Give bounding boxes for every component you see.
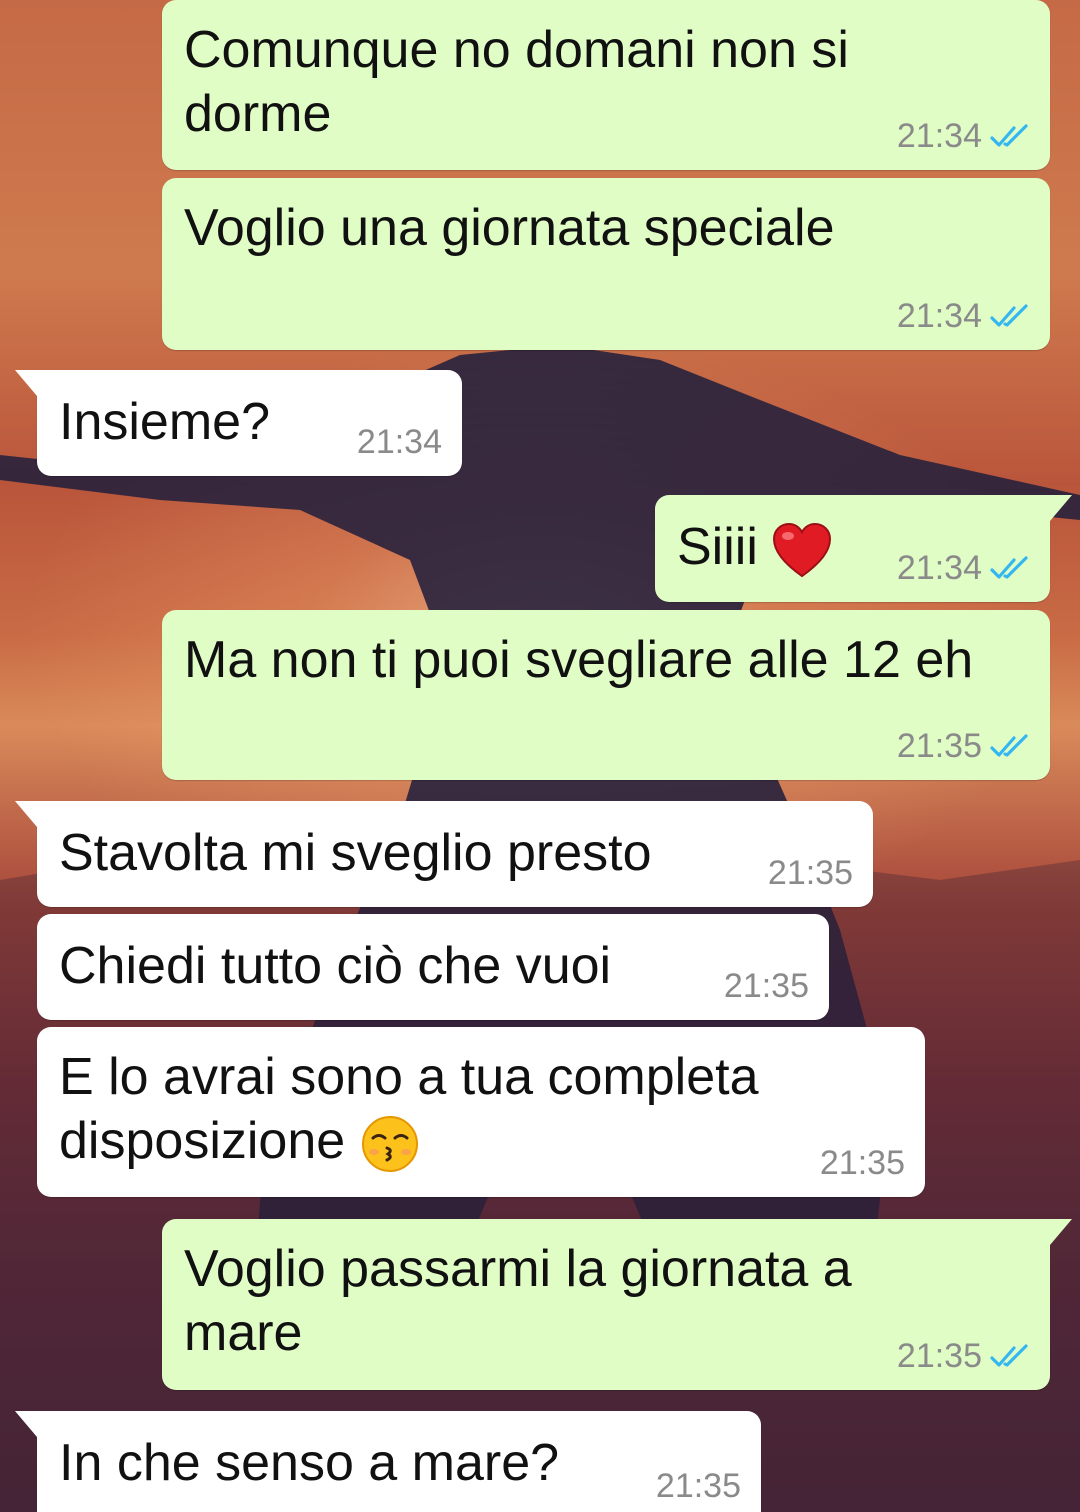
message-text: Siiii bbox=[677, 515, 832, 579]
incoming-message[interactable]: Stavolta mi sveglio presto 21:35 bbox=[15, 801, 873, 907]
message-meta: 21:35 bbox=[820, 1143, 905, 1183]
message-text: Ma non ti puoi svegliare alle 12 eh bbox=[184, 631, 974, 689]
outgoing-message[interactable]: Voglio passarmi la giornata a mare 21:35 bbox=[162, 1219, 1072, 1390]
incoming-message[interactable]: Insieme? 21:34 bbox=[15, 370, 462, 476]
message-time: 21:35 bbox=[655, 1467, 741, 1505]
read-double-check-icon bbox=[990, 734, 1028, 757]
message-text: In che senso a mare? bbox=[59, 1434, 560, 1492]
message-time: 21:34 bbox=[896, 549, 982, 587]
message-meta: 21:35 bbox=[897, 726, 1030, 766]
message-time: 21:34 bbox=[356, 423, 442, 461]
message-text: Stavolta mi sveglio presto bbox=[59, 824, 652, 882]
incoming-message[interactable]: Chiedi tutto ciò che vuoi 21:35 bbox=[37, 914, 829, 1020]
message-time: 21:35 bbox=[896, 1337, 982, 1375]
outgoing-message[interactable]: Ma non ti puoi svegliare alle 12 eh 21:3… bbox=[162, 610, 1050, 780]
chat-thread: Comunque no domani non si dorme 21:34 Vog… bbox=[0, 0, 1080, 1512]
outgoing-message[interactable]: Comunque no domani non si dorme 21:34 bbox=[162, 0, 1050, 170]
message-meta: 21:34 bbox=[897, 548, 1030, 588]
message-meta: 21:35 bbox=[656, 1466, 741, 1506]
message-meta: 21:35 bbox=[897, 1336, 1030, 1376]
message-meta: 21:34 bbox=[897, 296, 1030, 336]
message-text: Chiedi tutto ciò che vuoi bbox=[59, 937, 612, 995]
message-meta: 21:35 bbox=[768, 853, 853, 893]
kissing-face-icon bbox=[361, 1116, 418, 1173]
red-heart-icon bbox=[773, 523, 832, 578]
message-meta: 21:34 bbox=[897, 116, 1030, 156]
read-double-check-icon bbox=[990, 124, 1028, 147]
message-time: 21:35 bbox=[723, 967, 809, 1005]
message-time: 21:34 bbox=[896, 117, 982, 155]
message-time: 21:35 bbox=[819, 1144, 905, 1182]
message-text: Comunque no domani non si dorme bbox=[184, 21, 849, 143]
outgoing-message[interactable]: Voglio una giornata speciale 21:34 bbox=[162, 178, 1050, 350]
message-time: 21:35 bbox=[896, 727, 982, 765]
message-text: E lo avrai sono a tua completa disposizio… bbox=[59, 1045, 759, 1174]
message-text: Voglio una giornata speciale bbox=[184, 199, 835, 257]
read-double-check-icon bbox=[990, 1344, 1028, 1367]
message-text: Voglio passarmi la giornata a mare bbox=[184, 1240, 852, 1362]
message-time: 21:34 bbox=[896, 297, 982, 335]
outgoing-message[interactable]: Siiii 21:34 bbox=[655, 495, 1072, 602]
message-time: 21:35 bbox=[767, 854, 853, 892]
message-meta: 21:35 bbox=[724, 966, 809, 1006]
message-meta: 21:34 bbox=[357, 422, 442, 462]
message-text: Insieme? bbox=[59, 393, 270, 451]
incoming-message[interactable]: In che senso a mare? 21:35 bbox=[15, 1411, 761, 1512]
incoming-message[interactable]: E lo avrai sono a tua completa disposizio… bbox=[37, 1027, 925, 1197]
read-double-check-icon bbox=[990, 556, 1028, 579]
read-double-check-icon bbox=[990, 304, 1028, 327]
